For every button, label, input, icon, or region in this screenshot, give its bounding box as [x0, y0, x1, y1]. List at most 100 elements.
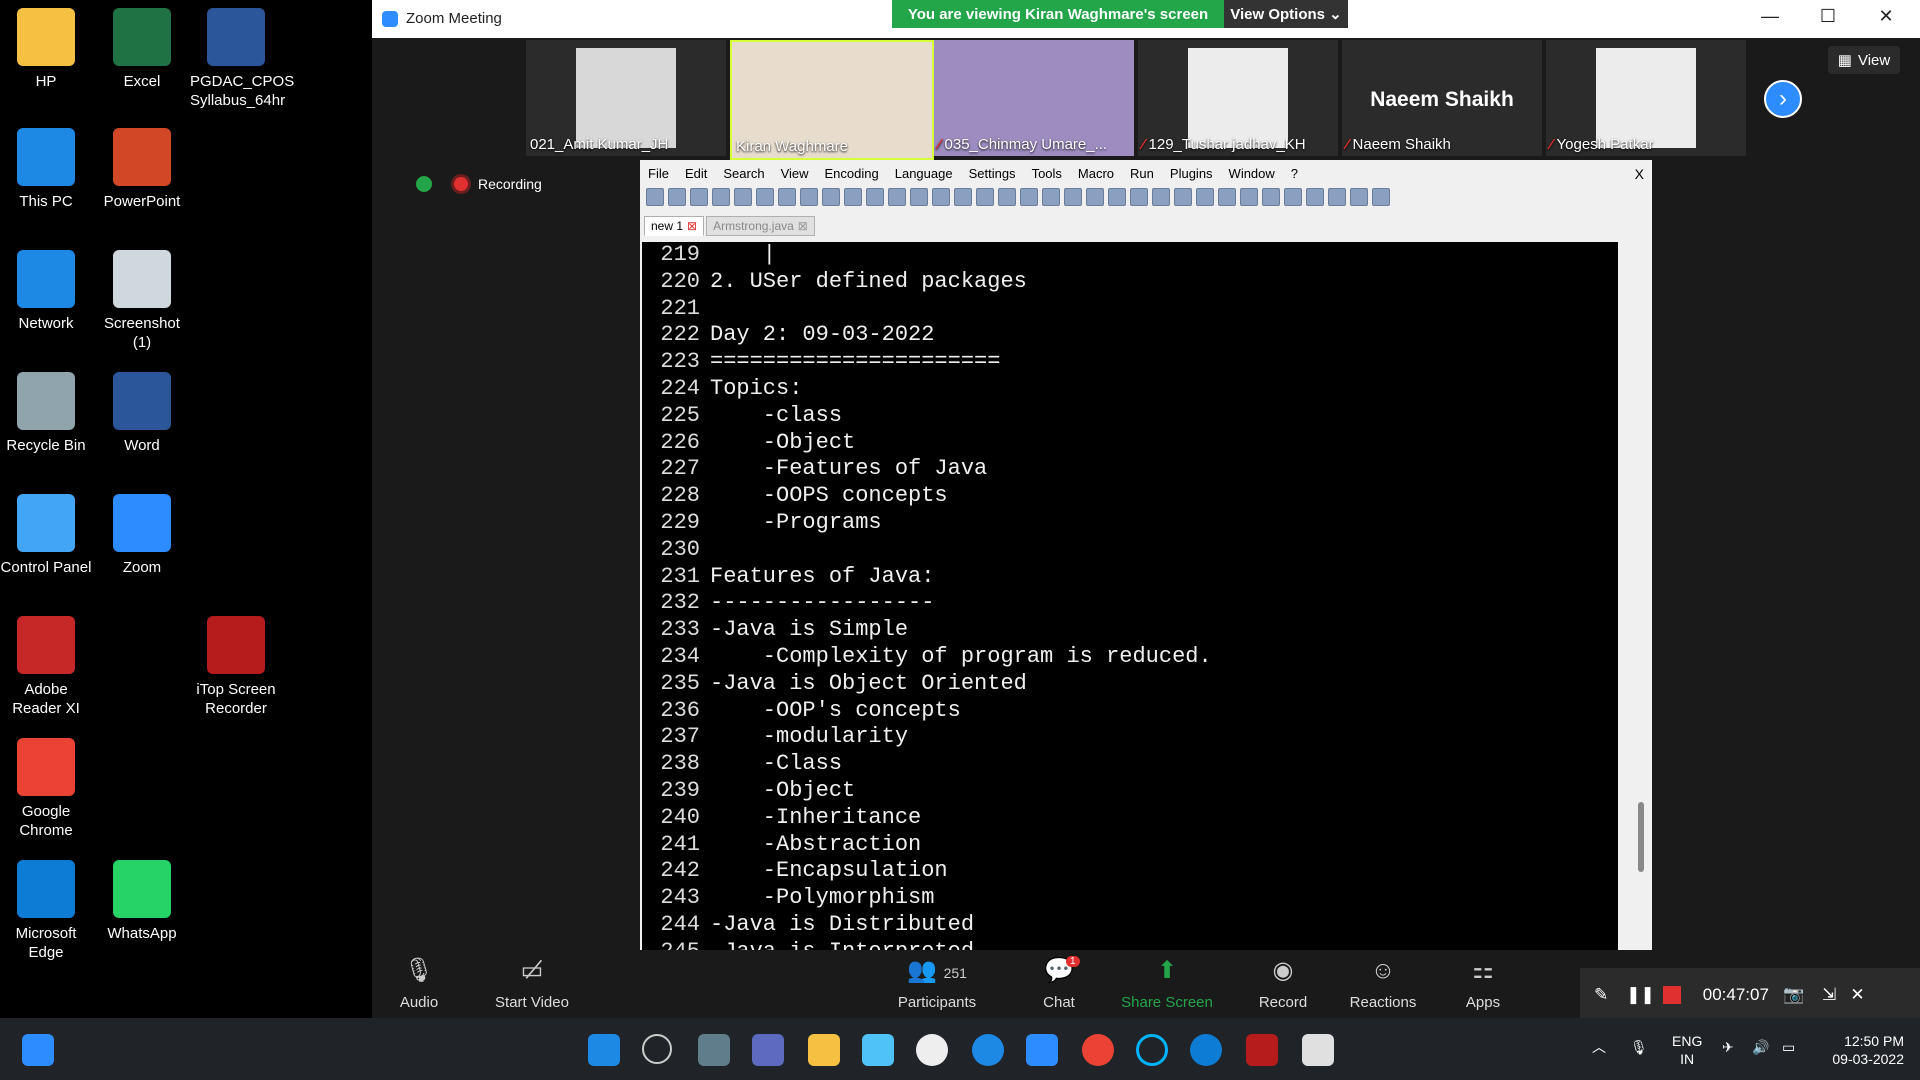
toolbar-button-icon[interactable]	[1262, 188, 1280, 206]
toolbar-button-icon[interactable]	[1174, 188, 1192, 206]
tab-new-1[interactable]: new 1 ⊠	[644, 216, 705, 236]
menu-encoding[interactable]: Encoding	[817, 166, 887, 186]
participant-tile[interactable]: ⁄ Yogesh Patkar	[1546, 40, 1746, 156]
participants-button[interactable]: 👥 251 Participants	[882, 956, 992, 1011]
toolbar-button-icon[interactable]	[866, 188, 884, 206]
toolbar-button-icon[interactable]	[822, 188, 840, 206]
toolbar-button-icon[interactable]	[1020, 188, 1038, 206]
app-icon[interactable]	[916, 1034, 948, 1066]
toolbar-button-icon[interactable]	[1086, 188, 1104, 206]
close-icon[interactable]: ✕	[1866, 6, 1906, 27]
view-options-button[interactable]: View Options ⌄	[1224, 0, 1348, 28]
code-editor[interactable]: 219 | 220 2. USer defined packages 221 222 Da…	[642, 242, 1618, 954]
desktop-icon-word-doc[interactable]: PGDAC_CPOS Syllabus_64hr	[190, 8, 294, 110]
menu-run[interactable]: Run	[1122, 166, 1162, 186]
mic-tray-icon[interactable]: 🎙	[1630, 1038, 1648, 1056]
toolbar-button-icon[interactable]	[1108, 188, 1126, 206]
toolbar-button-icon[interactable]	[844, 188, 862, 206]
recorder-taskbar-icon[interactable]	[1246, 1034, 1278, 1066]
toolbar-button-icon[interactable]	[1306, 188, 1324, 206]
start-video-button[interactable]: ▭̸ Start Video	[472, 956, 592, 1011]
minimize-recorder-icon[interactable]: ⇲	[1822, 985, 1836, 1005]
view-button[interactable]: ▦ View	[1828, 46, 1900, 74]
audio-button[interactable]: 🎙 Audio	[374, 956, 464, 1011]
volume-icon[interactable]: 🔊	[1752, 1038, 1769, 1056]
close-recorder-icon[interactable]: ✕	[1850, 985, 1864, 1005]
cortana-icon[interactable]	[1136, 1034, 1168, 1066]
maximize-icon[interactable]: ☐	[1808, 6, 1848, 27]
participant-tile[interactable]: Kiran Waghmare	[730, 40, 934, 160]
clock[interactable]: 12:50 PM 09-03-2022	[1818, 1032, 1904, 1068]
help-icon[interactable]	[972, 1034, 1004, 1066]
apps-button[interactable]: ⚏ Apps	[1438, 956, 1528, 1011]
toolbar-button-icon[interactable]	[954, 188, 972, 206]
toolbar-button-icon[interactable]	[1042, 188, 1060, 206]
desktop-icon-chrome[interactable]: Google Chrome	[0, 738, 92, 840]
menu-edit[interactable]: Edit	[677, 166, 715, 186]
airplane-icon[interactable]: ✈	[1722, 1038, 1734, 1056]
toolbar-button-icon[interactable]	[690, 188, 708, 206]
teams-icon[interactable]	[752, 1034, 784, 1066]
menu-plugins[interactable]: Plugins	[1162, 166, 1221, 186]
toolbar-button-icon[interactable]	[1350, 188, 1368, 206]
notepad-close-icon[interactable]: X	[1635, 166, 1644, 182]
desktop-icon-whatsapp[interactable]: WhatsApp	[96, 860, 188, 943]
chrome-taskbar-icon[interactable]	[1082, 1034, 1114, 1066]
participant-tile[interactable]: Naeem Shaikh ⁄ Naeem Shaikh	[1342, 40, 1542, 156]
toolbar-button-icon[interactable]	[1064, 188, 1082, 206]
editor-scrollbar[interactable]	[1634, 242, 1650, 954]
pause-icon[interactable]: ❚❚	[1626, 985, 1655, 1005]
edge-taskbar-icon[interactable]	[1190, 1034, 1222, 1066]
menu-file[interactable]: File	[640, 166, 677, 186]
file-explorer-icon[interactable]	[808, 1034, 840, 1066]
desktop-icon-edge[interactable]: Microsoft Edge	[0, 860, 92, 962]
participant-tile[interactable]: ⁄ 129_Tushar jadhav_KH	[1138, 40, 1338, 156]
desktop-icon-excel[interactable]: Excel	[96, 8, 188, 91]
tab-close-icon[interactable]: ⊠	[687, 219, 697, 233]
minimize-icon[interactable]: —	[1750, 6, 1790, 27]
start-menu-icon[interactable]	[588, 1034, 620, 1066]
toolbar-button-icon[interactable]	[998, 188, 1016, 206]
toolbar-button-icon[interactable]	[932, 188, 950, 206]
menu-search[interactable]: Search	[715, 166, 772, 186]
zoom-taskbar-icon[interactable]	[1026, 1034, 1058, 1066]
tab-close-icon[interactable]: ⊠	[798, 219, 808, 233]
toolbar-button-icon[interactable]	[1240, 188, 1258, 206]
next-page-button[interactable]: ›	[1764, 80, 1802, 118]
scrollbar-thumb[interactable]	[1638, 802, 1644, 872]
participant-tile[interactable]: ⁄ 035_Chinmay Umare_...	[934, 40, 1134, 156]
menu-help[interactable]: ?	[1283, 166, 1306, 186]
tab-armstrong[interactable]: Armstrong.java ⊠	[706, 216, 815, 236]
desktop-icon-folder[interactable]: HP	[0, 8, 92, 91]
desktop-icon-powerpoint[interactable]: PowerPoint	[96, 128, 188, 211]
tray-chevron-icon[interactable]: ︿	[1592, 1038, 1606, 1056]
desktop-icon-computer[interactable]: This PC	[0, 128, 92, 211]
share-screen-button[interactable]: ⬆ Share Screen	[1112, 956, 1222, 1011]
menu-view[interactable]: View	[773, 166, 817, 186]
battery-icon[interactable]: ▭	[1782, 1038, 1795, 1056]
toolbar-button-icon[interactable]	[1152, 188, 1170, 206]
window-taskbar-icon[interactable]	[1302, 1034, 1334, 1066]
menu-language[interactable]: Language	[887, 166, 961, 186]
desktop-icon-network[interactable]: Network	[0, 250, 92, 333]
toolbar-button-icon[interactable]	[712, 188, 730, 206]
toolbar-button-icon[interactable]	[1328, 188, 1346, 206]
pen-icon[interactable]: ✎	[1594, 985, 1608, 1005]
desktop-icon-control-panel[interactable]: Control Panel	[0, 494, 92, 577]
toolbar-button-icon[interactable]	[646, 188, 664, 206]
toolbar-button-icon[interactable]	[1372, 188, 1390, 206]
desktop-icon-screen-recorder[interactable]: iTop Screen Recorder	[190, 616, 282, 718]
toolbar-button-icon[interactable]	[976, 188, 994, 206]
desktop-icon-word[interactable]: Word	[96, 372, 188, 455]
toolbar-button-icon[interactable]	[1218, 188, 1236, 206]
windows-start-icon[interactable]	[22, 1034, 54, 1066]
task-view-icon[interactable]	[698, 1034, 730, 1066]
desktop-icon-screenshot[interactable]: Screenshot (1)	[96, 250, 188, 352]
camera-icon[interactable]: 📷	[1783, 985, 1804, 1005]
record-button[interactable]: ◉ Record	[1238, 956, 1328, 1011]
menu-settings[interactable]: Settings	[961, 166, 1024, 186]
toolbar-button-icon[interactable]	[668, 188, 686, 206]
toolbar-button-icon[interactable]	[1196, 188, 1214, 206]
stop-icon[interactable]	[1662, 986, 1681, 1004]
menu-window[interactable]: Window	[1221, 166, 1283, 186]
